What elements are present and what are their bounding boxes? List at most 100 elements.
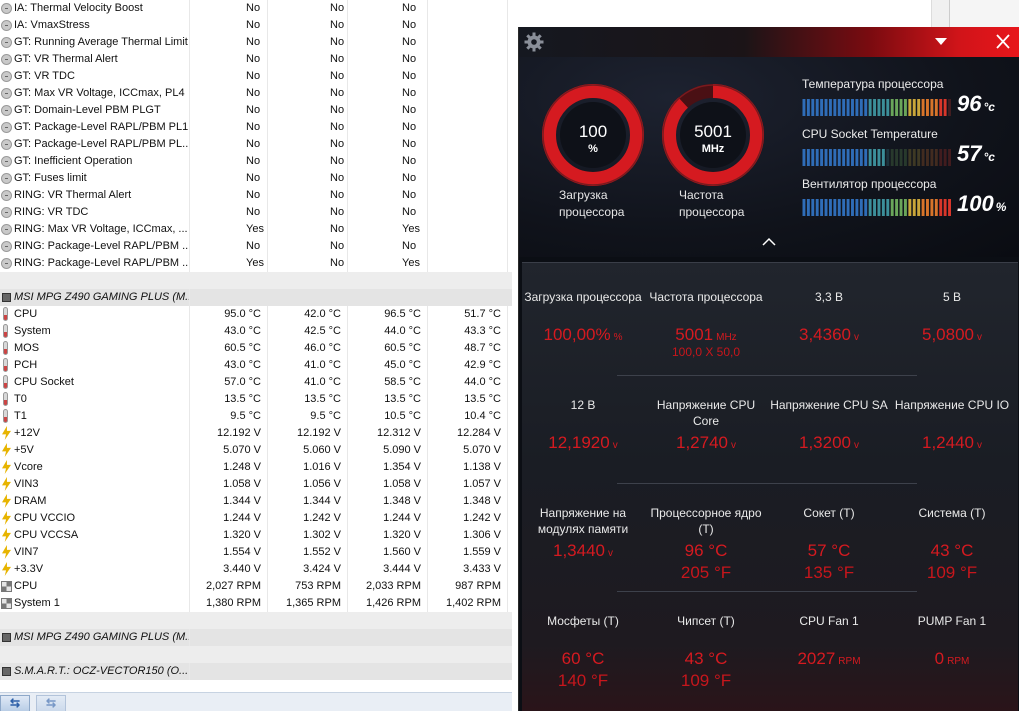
bar-segment [899,199,903,216]
section-header[interactable]: MSI MPG Z490 GAMING PLUS (M... [0,629,512,646]
sensor-value: No [348,238,428,255]
gauge-unit: % [588,143,598,155]
sensor-value: 1.138 V [428,459,508,476]
sensor-value: No [190,153,268,170]
bar-segment [802,149,806,166]
bar-segment [943,199,947,216]
sensor-value: 1,380 RPM [190,595,268,612]
sensor-value: No [190,85,268,102]
sensor-value: 95.0 °C [190,306,268,323]
bar-segment [926,199,929,216]
sensor-value: 12.284 V [428,425,508,442]
table-row[interactable]: IA: Thermal Velocity Boost No No No [0,0,512,17]
table-row[interactable]: MOS 60.5 °C 46.0 °C 60.5 °C 48.7 °C [0,340,512,357]
tile-label: Напряжение CPU SA [770,398,888,412]
table-row[interactable]: T1 9.5 °C 9.5 °C 10.5 °C 10.4 °C [0,408,512,425]
table-row[interactable]: System 43.0 °C 42.5 °C 44.0 °C 43.3 °C [0,323,512,340]
table-row[interactable]: GT: Max VR Voltage, ICCmax, PL4 No No No [0,85,512,102]
nav-forward-button[interactable]: ⇆ [36,695,66,711]
bar-segment [939,199,943,216]
empty-cell [428,221,508,238]
bar-segment [846,199,850,216]
sensor-value: No [348,85,428,102]
table-row[interactable]: GT: Domain-Level PBM PLGT No No No [0,102,512,119]
section-title: MSI MPG Z490 GAMING PLUS (M... [0,629,190,646]
tile-value-unit: v [854,440,859,451]
background-window [949,0,1019,30]
table-row[interactable]: CPU VCCSA 1.320 V 1.302 V 1.320 V 1.306 V [0,527,512,544]
tile-label: 12 В [570,398,596,412]
table-row[interactable]: RING: VR TDC No No No [0,204,512,221]
table-row[interactable]: VIN3 1.058 V 1.056 V 1.058 V 1.057 V [0,476,512,493]
gear-icon[interactable] [523,31,545,53]
sensor-value: 2,033 RPM [348,578,428,595]
tile-value: 5,0800 v [891,325,1013,345]
table-row[interactable]: RING: Package-Level RAPL/PBM ... No No No [0,238,512,255]
sensor-value: No [190,119,268,136]
table-row[interactable]: CPU 2,027 RPM 753 RPM 2,033 RPM 987 RPM [0,578,512,595]
section-header[interactable]: MSI MPG Z490 GAMING PLUS (M... [0,289,512,306]
tile-value: 100,00%% [522,325,644,345]
sensor-value: No [268,34,348,51]
sensor-value: No [268,170,348,187]
empty-cell [428,17,508,34]
bar-segment [846,99,850,116]
table-row[interactable]: GT: Inefficient Operation No No No [0,153,512,170]
chevron-up-icon[interactable] [761,236,777,248]
sensor-value: 5.070 V [190,442,268,459]
table-row[interactable]: PCH 43.0 °C 41.0 °C 45.0 °C 42.9 °C [0,357,512,374]
close-icon[interactable] [991,31,1015,53]
table-row[interactable]: System 1 1,380 RPM 1,365 RPM 1,426 RPM 1,402… [0,595,512,612]
sensor-tile: Загрузка процессора 100,00%% [522,289,644,345]
table-row[interactable]: RING: VR Thermal Alert No No No [0,187,512,204]
table-row[interactable]: Vcore 1.248 V 1.016 V 1.354 V 1.138 V [0,459,512,476]
table-row[interactable]: RING: Package-Level RAPL/PBM ... Yes No Yes [0,255,512,272]
table-row[interactable]: GT: VR TDC No No No [0,68,512,85]
sensor-value: No [348,136,428,153]
bar-segment [864,199,868,216]
tile-value-unit: v [731,440,736,451]
section-header[interactable]: S.M.A.R.T.: OCZ-VECTOR150 (O... [0,663,512,680]
bar-segment [833,149,837,166]
sensor-value: No [268,204,348,221]
table-row[interactable]: GT: VR Thermal Alert No No No [0,51,512,68]
sensor-name: RING: Max VR Voltage, ICCmax, ... [0,221,190,238]
table-row[interactable]: +12V 12.192 V 12.192 V 12.312 V 12.284 V [0,425,512,442]
sensor-name: +3.3V [0,561,190,578]
sensor-tile: 3,3 В 3,4360 v [768,289,890,345]
table-row[interactable]: GT: Package-Level RAPL/PBM PL1 No No No [0,119,512,136]
sensor-tile: 5 В 5,0800 v [891,289,1013,345]
sensor-value: No [348,102,428,119]
table-row[interactable]: CPU 95.0 °C 42.0 °C 96.5 °C 51.7 °C [0,306,512,323]
bar-segment [828,149,832,166]
table-row[interactable]: GT: Fuses limit No No No [0,170,512,187]
table-row[interactable]: GT: Running Average Thermal Limit No No No [0,34,512,51]
nav-back-button[interactable]: ⇆ [0,695,30,711]
table-row[interactable]: T0 13.5 °C 13.5 °C 13.5 °C 13.5 °C [0,391,512,408]
bar-segment [828,199,832,216]
chevron-down-icon[interactable] [930,34,952,50]
table-row[interactable]: CPU Socket 57.0 °C 41.0 °C 58.5 °C 44.0 °C [0,374,512,391]
table-row[interactable]: +3.3V 3.440 V 3.424 V 3.444 V 3.433 V [0,561,512,578]
gauge-value: 5001 [694,122,732,141]
sensor-value: No [348,153,428,170]
tile-value-number: 1,2740 [676,433,728,452]
sensor-value: 3.424 V [268,561,348,578]
sensor-value: 1.244 V [348,510,428,527]
table-row[interactable]: VIN7 1.554 V 1.552 V 1.560 V 1.559 V [0,544,512,561]
table-row[interactable]: IA: VmaxStress No No No [0,17,512,34]
sensor-value: No [268,17,348,34]
table-row[interactable]: +5V 5.070 V 5.060 V 5.090 V 5.070 V [0,442,512,459]
bar-segment [815,199,819,216]
sensor-value: 1,426 RPM [348,595,428,612]
scrollbar[interactable] [931,0,949,30]
table-row[interactable]: CPU VCCIO 1.244 V 1.242 V 1.244 V 1.242 V [0,510,512,527]
tile-label: Напряжение CPU IO [894,398,1010,412]
sensor-value: 5.070 V [428,442,508,459]
table-row[interactable]: RING: Max VR Voltage, ICCmax, ... Yes No Ye… [0,221,512,238]
table-row[interactable]: GT: Package-Level RAPL/PBM PL... No No No [0,136,512,153]
sensor-value: 3.433 V [428,561,508,578]
bar-value-unit: °c [983,150,995,164]
tile-label: Частота процессора [649,290,763,304]
table-row[interactable]: DRAM 1.344 V 1.344 V 1.348 V 1.348 V [0,493,512,510]
